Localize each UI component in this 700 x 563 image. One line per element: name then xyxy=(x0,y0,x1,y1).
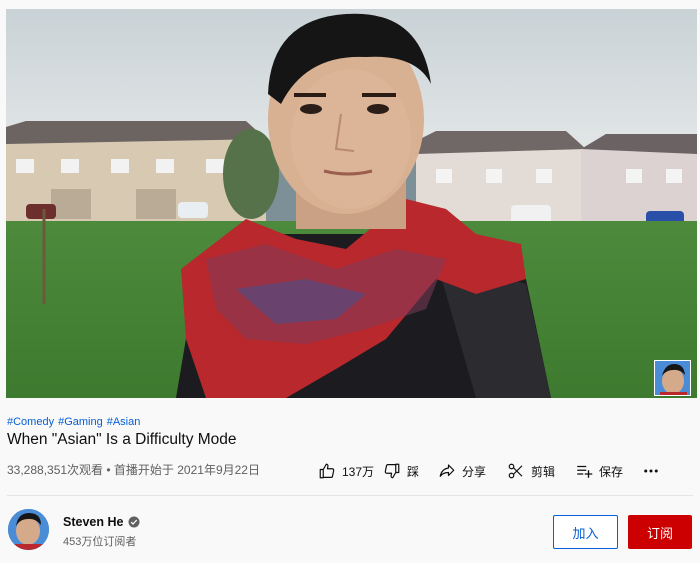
channel-name-text: Steven He xyxy=(63,515,124,529)
video-player[interactable] xyxy=(6,9,697,398)
subscribe-button[interactable]: 订阅 xyxy=(628,515,692,549)
video-frame xyxy=(6,9,697,398)
add-to-playlist-icon xyxy=(577,465,593,478)
hashtags: #Comedy #Gaming #Asian xyxy=(7,416,144,428)
join-button[interactable]: 加入 xyxy=(553,515,618,549)
subscriber-count: 453万位订阅者 xyxy=(63,536,137,548)
share-icon xyxy=(439,464,455,477)
thumbs-down-icon xyxy=(384,463,400,479)
more-horizontal-icon xyxy=(644,469,658,473)
save-button[interactable]: 保存 xyxy=(575,459,630,483)
thumbs-up-icon xyxy=(319,463,335,479)
channel-name[interactable]: Steven He xyxy=(63,515,140,529)
more-actions-button[interactable] xyxy=(639,459,663,483)
channel-avatar[interactable] xyxy=(8,509,49,550)
view-count-and-date: 33,288,351次观看 • 首播开始于 2021年9月22日 xyxy=(7,463,260,477)
verified-check-icon xyxy=(128,516,140,528)
video-title: When "Asian" Is a Difficulty Mode xyxy=(7,431,237,448)
clip-label: 剪辑 xyxy=(531,464,556,479)
action-bar: 137万 踩 分享 剪辑 保存 xyxy=(318,459,663,483)
share-button[interactable]: 分享 xyxy=(438,459,507,483)
share-label: 分享 xyxy=(462,464,487,479)
scissors-icon xyxy=(508,463,523,479)
hashtag-link[interactable]: #Gaming xyxy=(58,416,103,428)
divider xyxy=(7,495,693,496)
dislike-button[interactable]: 踩 xyxy=(383,459,438,483)
save-label: 保存 xyxy=(599,464,624,479)
hashtag-link[interactable]: #Asian xyxy=(107,416,141,428)
like-count: 137万 xyxy=(342,464,375,479)
end-screen-channel-thumbnail[interactable] xyxy=(654,360,691,396)
dislike-label: 踩 xyxy=(407,464,420,479)
like-button[interactable]: 137万 xyxy=(318,459,383,483)
hashtag-link[interactable]: #Comedy xyxy=(7,416,54,428)
clip-button[interactable]: 剪辑 xyxy=(507,459,575,483)
